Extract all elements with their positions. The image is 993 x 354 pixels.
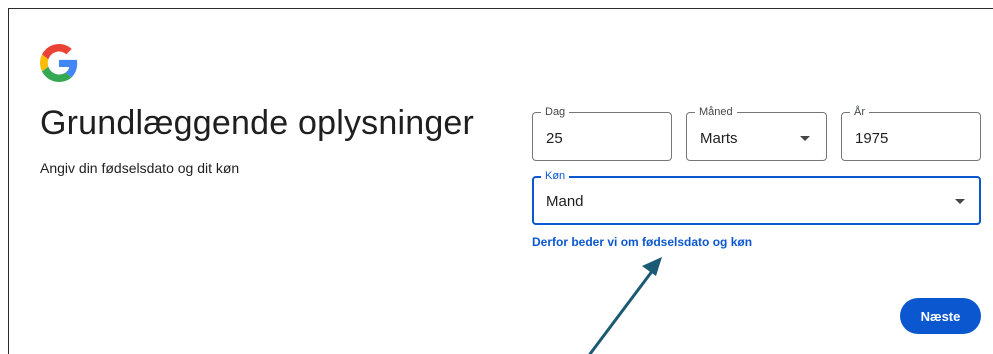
window-frame-left [8, 8, 9, 354]
google-logo-icon [40, 44, 78, 82]
dropdown-arrow-icon [955, 199, 965, 204]
dropdown-arrow-icon [800, 136, 810, 141]
year-field-value: 1975 [855, 130, 889, 147]
gender-select-value: Mand [546, 193, 584, 210]
month-select[interactable]: Måned Marts [686, 106, 827, 161]
month-select-label: Måned [695, 106, 737, 118]
why-birthdate-gender-link[interactable]: Derfor beder vi om fødselsdato og køn [532, 235, 752, 249]
month-select-value: Marts [700, 130, 738, 147]
day-field[interactable]: Dag 25 [532, 106, 672, 161]
window-frame-top [8, 8, 993, 9]
year-field[interactable]: År 1975 [841, 106, 981, 161]
page-title: Grundlæggende oplysninger [40, 104, 475, 142]
next-button[interactable]: Næste [900, 298, 981, 334]
gender-select[interactable]: Køn Mand [532, 170, 981, 225]
gender-select-label: Køn [541, 170, 570, 182]
page-subtitle: Angiv din fødselsdato og dit køn [40, 160, 240, 176]
year-field-label: År [850, 106, 869, 118]
day-field-label: Dag [541, 106, 570, 118]
day-field-value: 25 [546, 130, 563, 147]
